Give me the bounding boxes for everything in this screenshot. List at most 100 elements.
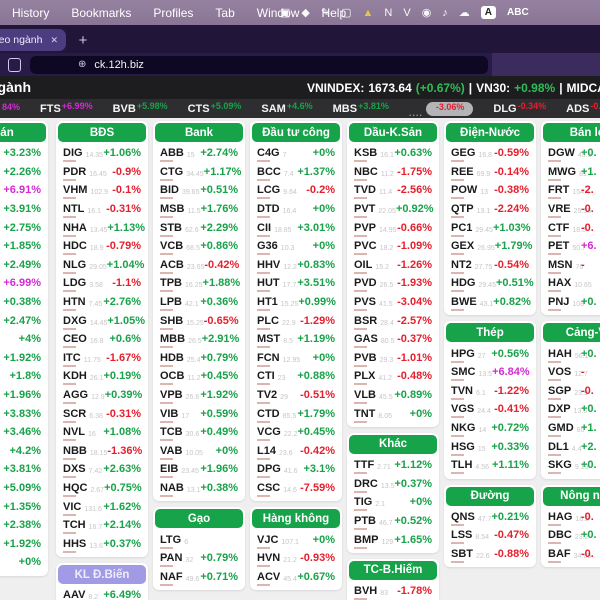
stock-row[interactable]: CSC 14.6 -7.59% xyxy=(252,479,340,498)
stock-row[interactable]: LPB 42.1 +0.36% xyxy=(155,293,243,312)
stock-row[interactable]: AAV 8.2 +6.49% xyxy=(58,586,146,600)
sector-header[interactable]: Thép xyxy=(446,323,534,343)
stock-row[interactable]: ITC 11.75 -1.67% xyxy=(58,349,146,368)
stock-row[interactable]: VIC 131.6 +1.62% xyxy=(58,497,146,516)
stock-row[interactable]: BAF 34.65 -0. xyxy=(543,545,600,564)
stock-row[interactable]: SBT 22.6 -0.88% xyxy=(446,545,534,564)
stock-row[interactable]: +2.38% xyxy=(0,516,46,535)
stock-row[interactable]: MBB 26.5 +2.91% xyxy=(155,330,243,349)
stock-row[interactable]: +3.91% xyxy=(0,200,46,219)
stock-row[interactable]: +2.49% xyxy=(0,256,46,275)
stock-row[interactable]: GAS 80.5 -0.37% xyxy=(349,330,437,349)
sector-header[interactable]: Khác xyxy=(349,434,437,454)
sector-header[interactable]: Cảng-V. xyxy=(543,323,600,343)
stock-row[interactable]: SGP 23.9 -0. xyxy=(543,382,600,401)
stock-row[interactable]: DXP 13.5 +0. xyxy=(543,400,600,419)
stock-row[interactable]: VCG 22.2 +0.45% xyxy=(252,423,340,442)
sector-header[interactable]: Nông ngh xyxy=(543,486,600,506)
stock-row[interactable]: PLX 41.2 -0.48% xyxy=(349,367,437,386)
stock-row[interactable]: BSR 28.4 -2.57% xyxy=(349,311,437,330)
stock-row[interactable]: CTI 23 +0.88% xyxy=(252,367,340,386)
stock-row[interactable]: HHV 12.2 +0.83% xyxy=(252,256,340,275)
stock-row[interactable]: TNT 8.05 +0% xyxy=(349,404,437,423)
stock-row[interactable]: HAX 10.65 xyxy=(543,274,600,293)
stock-row[interactable]: TV2 29 -0.51% xyxy=(252,386,340,405)
stock-row[interactable]: LCG 9.64 -0.2% xyxy=(252,181,340,200)
menu-item-bookmarks[interactable]: Bookmarks xyxy=(71,6,131,20)
stock-row[interactable]: +3.23% xyxy=(0,144,46,163)
stock-row[interactable]: NAB 13.1 +0.38% xyxy=(155,479,243,498)
stock-row[interactable]: TCH 16.7 +2.14% xyxy=(58,516,146,535)
stock-row[interactable]: BID 39.65 +0.51% xyxy=(155,181,243,200)
stock-row[interactable]: MWG 81 +1. xyxy=(543,163,600,182)
sector-header[interactable]: Bán lẻ xyxy=(543,123,600,142)
stock-row[interactable]: PVB 29.3 -1.01% xyxy=(349,349,437,368)
stock-row[interactable]: VOS 12.7- xyxy=(543,363,600,382)
sector-header[interactable]: hoán xyxy=(0,123,46,142)
stock-row[interactable]: NAF 49.6 +0.71% xyxy=(155,567,243,586)
stock-row[interactable]: GMD 80 +1. xyxy=(543,419,600,438)
tape-item[interactable]: -3.06% xyxy=(425,101,474,116)
stock-row[interactable]: +3.83% xyxy=(0,404,46,423)
stock-row[interactable]: ACV 45.4 +0.67% xyxy=(252,567,340,586)
stock-row[interactable]: HDG 29.45 +0.51% xyxy=(446,274,534,293)
stock-row[interactable]: TVD 11.4 -2.56% xyxy=(349,181,437,200)
tape-item[interactable]: SAM +4.6% xyxy=(261,101,312,115)
stock-row[interactable]: CEO 16.8 +0.6% xyxy=(58,330,146,349)
tape-item[interactable]: BVB +5.98% xyxy=(113,101,168,115)
stock-row[interactable]: CII 18.85 +3.01% xyxy=(252,218,340,237)
menu-item-tab[interactable]: Tab xyxy=(215,6,234,20)
stock-row[interactable]: KDH 26.1 +0.19% xyxy=(58,367,146,386)
stock-row[interactable]: PAN 32 +0.79% xyxy=(155,549,243,568)
stock-row[interactable]: PC1 29.45 +1.03% xyxy=(446,218,534,237)
stock-row[interactable]: C4G 7 +0% xyxy=(252,144,340,163)
stock-row[interactable]: ABB 15 +2.74% xyxy=(155,144,243,163)
drive-icon[interactable]: ▢ xyxy=(341,6,351,19)
ticker-tape[interactable]: 84% FTS +6.99% BVB +5.98% CTS +5.09% SAM +4.6% MB… xyxy=(0,99,600,118)
stock-row[interactable]: NTL 16.1 -0.31% xyxy=(58,200,146,219)
stock-row[interactable]: G36 10.3 +0% xyxy=(252,237,340,256)
stock-row[interactable]: HAG 16.3 -0. xyxy=(543,508,600,527)
stock-row[interactable]: HSG 15 +0.33% xyxy=(446,437,534,456)
stock-row[interactable]: MST 8.5 +1.19% xyxy=(252,330,340,349)
tape-item[interactable]: .... xyxy=(409,108,424,118)
stock-row[interactable]: REE 69.9 -0.14% xyxy=(446,163,534,182)
stock-row[interactable]: LSS 8.54 -0.47% xyxy=(446,526,534,545)
stock-row[interactable]: LTG 6 xyxy=(155,530,243,549)
stock-row[interactable]: TLH 4.56 +1.11% xyxy=(446,456,534,475)
stock-row[interactable]: +0% xyxy=(0,553,46,572)
active-tab[interactable]: heo ngành ✕ xyxy=(0,29,66,51)
tape-item[interactable]: 84% xyxy=(1,102,20,114)
stock-row[interactable]: NBB 18.15 -1.36% xyxy=(58,442,146,461)
stock-row[interactable]: SKG 9.19 +0. xyxy=(543,456,600,475)
stock-row[interactable]: NVL 16 +1.08% xyxy=(58,423,146,442)
stock-row[interactable]: DXS 7.42 +2.63% xyxy=(58,460,146,479)
input-source-badge[interactable]: A xyxy=(480,6,497,19)
stock-row[interactable]: SCR 6.38 -0.31% xyxy=(58,404,146,423)
stock-row[interactable]: NLG 29.05 +1.04% xyxy=(58,256,146,275)
stock-row[interactable]: PET 50.7 +6. xyxy=(543,237,600,256)
stock-row[interactable]: +1.92% xyxy=(0,349,46,368)
stock-row[interactable]: ACB 23.65 -0.42% xyxy=(155,256,243,275)
stock-row[interactable]: OIL 15.2 -1.26% xyxy=(349,256,437,275)
stock-row[interactable]: HT1 15.25 +0.99% xyxy=(252,293,340,312)
stock-row[interactable]: PVP 14.95 -0.66% xyxy=(349,218,437,237)
tape-item[interactable]: CTS +5.09% xyxy=(188,101,242,115)
stock-row[interactable]: VIB 17 +0.59% xyxy=(155,404,243,423)
v-icon[interactable]: V xyxy=(403,7,410,19)
stock-row[interactable]: HHS 13.6 +0.37% xyxy=(58,534,146,553)
record-icon[interactable]: ◉ xyxy=(422,6,432,19)
stock-row[interactable]: DRC 13.5 +0.37% xyxy=(349,475,437,494)
stock-row[interactable]: PLC 22.9 -1.29% xyxy=(252,311,340,330)
stock-row[interactable]: BVH 83 -1.78% xyxy=(349,582,437,600)
url-field[interactable]: ⊕ ck.12h.biz xyxy=(30,55,488,74)
sector-header[interactable]: Đầu tư công xyxy=(252,123,340,142)
stock-row[interactable]: MSN 76- xyxy=(543,256,600,275)
stock-row[interactable]: DPG 41.6 +3.1% xyxy=(252,460,340,479)
sector-header[interactable]: Hàng không xyxy=(252,509,340,529)
stock-row[interactable]: PVT 22.05 +0.92% xyxy=(349,200,437,219)
cloud-icon[interactable]: ☁ xyxy=(459,6,470,19)
sidebar-icon[interactable] xyxy=(8,58,21,72)
stock-row[interactable]: MSB 11.5 +1.76% xyxy=(155,200,243,219)
mute-icon[interactable]: ♪ xyxy=(442,7,448,19)
